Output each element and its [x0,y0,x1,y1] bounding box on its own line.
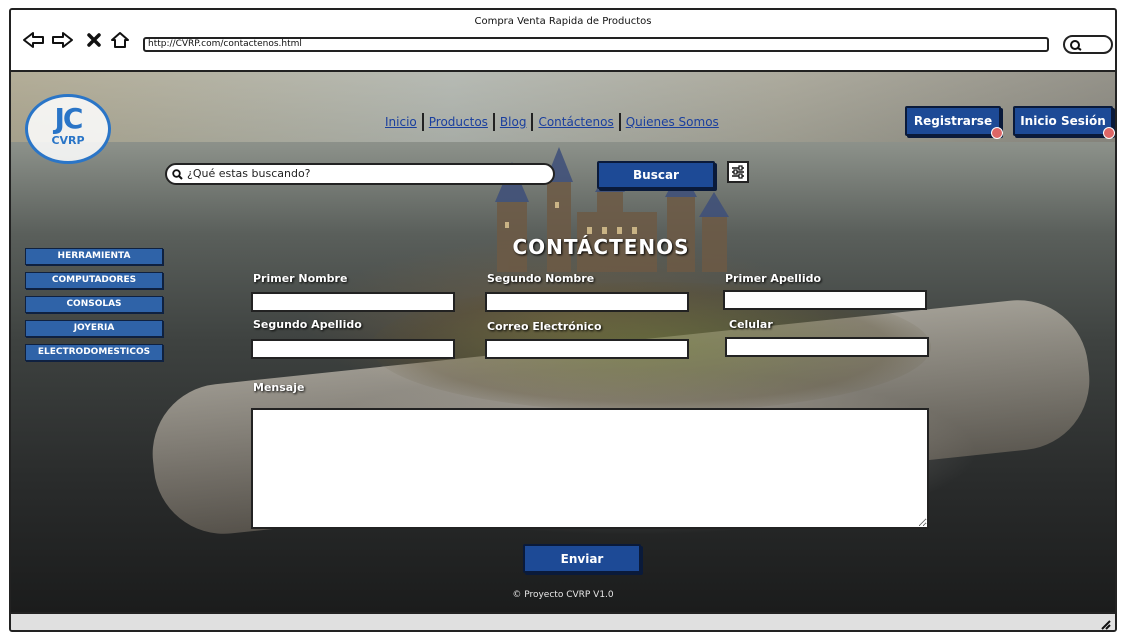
category-joyeria[interactable]: JOYERIA [25,320,163,337]
footer-copyright: © Proyecto CVRP V1.0 [512,590,614,600]
send-button-label: Enviar [560,551,604,566]
page-title: CONTÁCTENOS [512,235,690,259]
search-icon [172,169,183,180]
second-name-label: Segundo Nombre [487,272,595,285]
category-menu: HERRAMIENTA COMPUTADORES CONSOLAS JOYERI… [25,248,165,368]
magnifier-icon [1070,40,1082,51]
search-button-label: Buscar [633,168,679,182]
second-surname-field[interactable] [251,339,455,359]
logo-text: CVRP [51,134,85,147]
forward-arrow-icon[interactable] [49,28,75,52]
category-electrodomesticos[interactable]: ELECTRODOMESTICOS [25,344,163,361]
main-navigation: Inicio Productos Blog Contáctenos Quiene… [380,113,724,131]
back-arrow-icon[interactable] [21,28,47,52]
email-field[interactable] [485,339,689,359]
first-surname-label: Primer Apellido [725,272,822,285]
first-name-label: Primer Nombre [253,272,348,285]
phone-label: Celular [729,318,773,331]
logo-mark: JC [54,102,84,135]
nav-link-inicio[interactable]: Inicio [380,115,422,129]
site-logo[interactable]: JC CVRP [25,94,111,164]
category-computadores[interactable]: COMPUTADORES [25,272,163,289]
browser-window: Compra Venta Rapida de Productos http://… [9,8,1117,632]
phone-field[interactable] [725,337,929,357]
register-button-label: Registrarse [913,114,993,128]
first-surname-field[interactable] [723,290,927,310]
second-name-field[interactable] [485,292,689,312]
cursor-badge-icon [1103,127,1115,139]
nav-link-productos[interactable]: Productos [424,115,493,129]
first-name-field[interactable] [251,292,455,312]
second-surname-label: Segundo Apellido [253,318,362,331]
browser-status-bar [11,612,1115,630]
cursor-badge-icon [991,127,1003,139]
message-textarea[interactable] [251,408,929,529]
close-x-icon[interactable] [81,28,107,52]
nav-link-quienes-somos[interactable]: Quienes Somos [621,115,724,129]
site-search-input[interactable]: ¿Qué estas buscando? [165,163,555,185]
send-button[interactable]: Enviar [523,544,641,573]
sliders-icon [732,165,744,179]
home-icon[interactable] [107,28,133,52]
category-herramienta[interactable]: HERRAMIENTA [25,248,163,265]
category-consolas[interactable]: CONSOLAS [25,296,163,313]
window-title: Compra Venta Rapida de Productos [474,16,652,27]
message-label: Mensaje [253,381,305,394]
email-label: Correo Electrónico [487,320,602,333]
login-button-label: Inicio Sesión [1020,114,1106,128]
nav-link-contactenos[interactable]: Contáctenos [533,115,618,129]
search-placeholder: ¿Qué estas buscando? [187,167,311,180]
nav-link-blog[interactable]: Blog [495,115,532,129]
resize-grip-icon[interactable] [1098,618,1112,630]
register-button[interactable]: Registrarse [905,106,1003,139]
page-viewport: JC CVRP Inicio Productos Blog Contácteno… [11,72,1115,612]
address-bar[interactable]: http://CVRP.com/contactenos.html [143,37,1049,52]
search-button[interactable]: Buscar [597,161,715,189]
browser-title-bar: Compra Venta Rapida de Productos http://… [11,10,1115,72]
filter-button[interactable] [727,161,749,183]
browser-search-field[interactable] [1063,35,1113,54]
login-button[interactable]: Inicio Sesión [1013,106,1115,139]
